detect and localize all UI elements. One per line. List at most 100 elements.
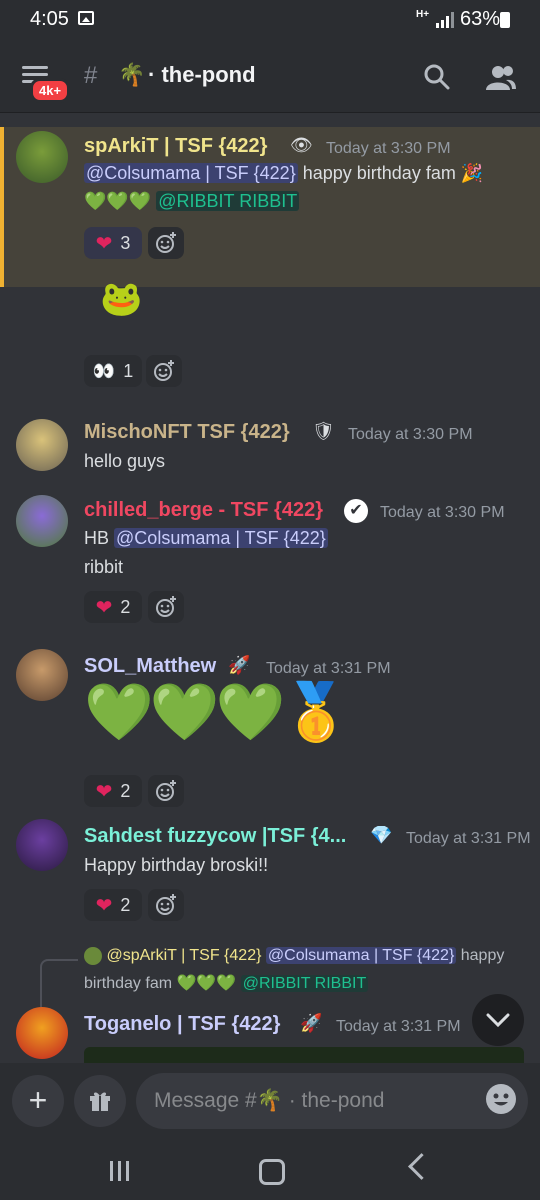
emoji-icon xyxy=(493,1093,509,1106)
image-notification-icon xyxy=(78,11,94,25)
battery-percent: 63% xyxy=(460,8,501,30)
reply-hearts: 💚💚💚 xyxy=(176,975,237,992)
add-reaction-button[interactable] xyxy=(148,775,184,807)
reply-preview[interactable]: @spArkiT | TSF {422} @Colsumama | TSF {4… xyxy=(84,947,504,965)
username[interactable]: SOL_Matthew xyxy=(84,655,216,678)
heart-icon: ❤ xyxy=(95,596,113,619)
reply-role: @RIBBIT RIBBIT xyxy=(240,975,369,992)
message-content: hello guys xyxy=(84,451,166,471)
role-mention[interactable]: @RIBBIT RIBBIT xyxy=(156,191,300,211)
add-reaction-button[interactable] xyxy=(148,591,184,623)
recent-apps-button[interactable] xyxy=(110,1161,129,1181)
timestamp: Today at 3:31 PM xyxy=(336,1018,461,1035)
heart-icon: ❤ xyxy=(95,232,113,255)
channel-name[interactable]: · the-pond xyxy=(148,62,256,88)
reply-preview-line2: birthday fam 💚💚💚 @RIBBIT RIBBIT xyxy=(84,973,369,993)
reaction-heart[interactable]: ❤ 2 xyxy=(84,889,142,921)
add-reaction-button[interactable] xyxy=(148,889,184,921)
gift-icon xyxy=(90,1092,110,1111)
emoji-button[interactable] xyxy=(486,1084,516,1114)
add-reaction-button[interactable] xyxy=(148,227,184,259)
avatar[interactable] xyxy=(16,131,68,183)
green-hearts-emoji: 💚💚💚 xyxy=(84,191,152,211)
message-list[interactable]: spArkiT | TSF {422} 👁 Today at 3:30 PM @… xyxy=(0,113,540,1063)
message-text-line2: 💚💚💚 @RIBBIT RIBBIT xyxy=(84,191,300,212)
reaction-count: 1 xyxy=(123,360,134,381)
chevron-down-icon xyxy=(486,1013,510,1028)
network-type: H+ xyxy=(416,9,430,20)
party-emoji-icon: 🎉 xyxy=(460,163,484,183)
message-content: Happy birthday broski!! xyxy=(84,855,269,875)
reaction-heart[interactable]: ❤ 2 xyxy=(84,775,142,807)
username[interactable]: MischoNFT TSF {422} xyxy=(84,421,290,444)
eyes-icon: 👀 xyxy=(92,360,116,381)
reply-text: happy xyxy=(460,947,505,965)
rocket-badge-icon: 🚀 xyxy=(228,655,251,675)
message-text: HB @Colsumama | TSF {422} xyxy=(84,528,328,549)
avatar[interactable] xyxy=(16,495,68,547)
message-content-line2: ribbit xyxy=(84,557,124,577)
avatar[interactable] xyxy=(16,419,68,471)
reaction-heart[interactable]: ❤ 3 xyxy=(84,227,142,259)
timestamp: Today at 3:30 PM xyxy=(326,140,451,157)
add-reaction-icon xyxy=(156,596,176,617)
reply-username: @spArkiT | TSF {422} xyxy=(106,947,262,965)
signal-icon xyxy=(436,12,454,28)
reaction-heart[interactable]: ❤ 2 xyxy=(84,591,142,623)
message-prefix: HB xyxy=(84,528,110,548)
gift-button[interactable] xyxy=(74,1075,126,1127)
home-button[interactable] xyxy=(259,1159,285,1185)
reaction-count: 2 xyxy=(120,596,131,617)
system-navigation-bar xyxy=(0,1143,540,1200)
frog-sticker[interactable]: 🐸 xyxy=(100,279,142,319)
diamond-badge-icon: 💎 xyxy=(370,825,393,845)
reply-mention: @Colsumama | TSF {422} xyxy=(265,947,457,965)
eye-badge-icon: 👁 xyxy=(290,135,313,155)
timestamp: Today at 3:30 PM xyxy=(348,426,473,443)
add-attachment-button[interactable]: + xyxy=(12,1075,64,1127)
back-button[interactable] xyxy=(408,1153,435,1180)
rocket-badge-icon: 🚀 xyxy=(300,1013,323,1033)
medal-icon: 🥇 xyxy=(281,680,351,743)
username[interactable]: chilled_berge - TSF {422} xyxy=(84,499,323,522)
add-reaction-icon xyxy=(156,232,176,253)
members-icon[interactable] xyxy=(486,64,516,90)
clock: 4:05 xyxy=(30,8,69,30)
message-content: happy birthday fam xyxy=(302,163,456,183)
heart-icon: ❤ xyxy=(95,780,113,803)
shield-badge-icon: 🛡 xyxy=(312,421,335,441)
palm-tree-icon: 🌴 xyxy=(118,62,146,87)
reaction-eyes[interactable]: 👀 1 xyxy=(84,355,142,387)
add-reaction-icon xyxy=(156,894,176,915)
heart-icon: ❤ xyxy=(95,894,113,917)
reply-avatar xyxy=(84,947,102,965)
message-composer: + Message #🌴 · the-pond xyxy=(0,1063,540,1143)
reaction-count: 3 xyxy=(120,232,131,253)
avatar[interactable] xyxy=(16,649,68,701)
green-hearts-emoji: 💚💚💚 xyxy=(84,680,285,743)
reply-text2: birthday fam xyxy=(84,975,173,992)
user-mention[interactable]: @Colsumama | TSF {422} xyxy=(84,163,298,183)
username[interactable]: Toganelo | TSF {422} xyxy=(84,1013,280,1036)
big-hearts-emoji: 💚💚💚🥇 xyxy=(84,679,351,745)
reaction-count: 2 xyxy=(120,894,131,915)
reaction-count: 2 xyxy=(120,780,131,801)
battery-icon xyxy=(500,12,510,28)
timestamp: Today at 3:31 PM xyxy=(266,660,391,677)
notification-badge: 4k+ xyxy=(30,78,71,103)
search-icon[interactable] xyxy=(424,64,450,90)
channel-header: 4k+ # 🌴 · the-pond xyxy=(0,40,540,113)
scroll-to-bottom-button[interactable] xyxy=(472,994,524,1046)
reply-connector xyxy=(40,959,78,1007)
username[interactable]: Sahdest fuzzycow |TSF {4... xyxy=(84,825,346,848)
username[interactable]: spArkiT | TSF {422} xyxy=(84,135,267,158)
add-reaction-button[interactable] xyxy=(146,355,182,387)
avatar[interactable] xyxy=(16,1007,68,1059)
user-mention[interactable]: @Colsumama | TSF {422} xyxy=(114,528,328,548)
verified-icon: ✔ xyxy=(344,499,368,523)
status-bar: 4:05 H+ 63% xyxy=(0,0,540,40)
avatar[interactable] xyxy=(16,819,68,871)
image-attachment[interactable] xyxy=(84,1047,524,1063)
message-input[interactable]: Message #🌴 · the-pond xyxy=(136,1073,528,1129)
timestamp: Today at 3:30 PM xyxy=(380,504,505,521)
